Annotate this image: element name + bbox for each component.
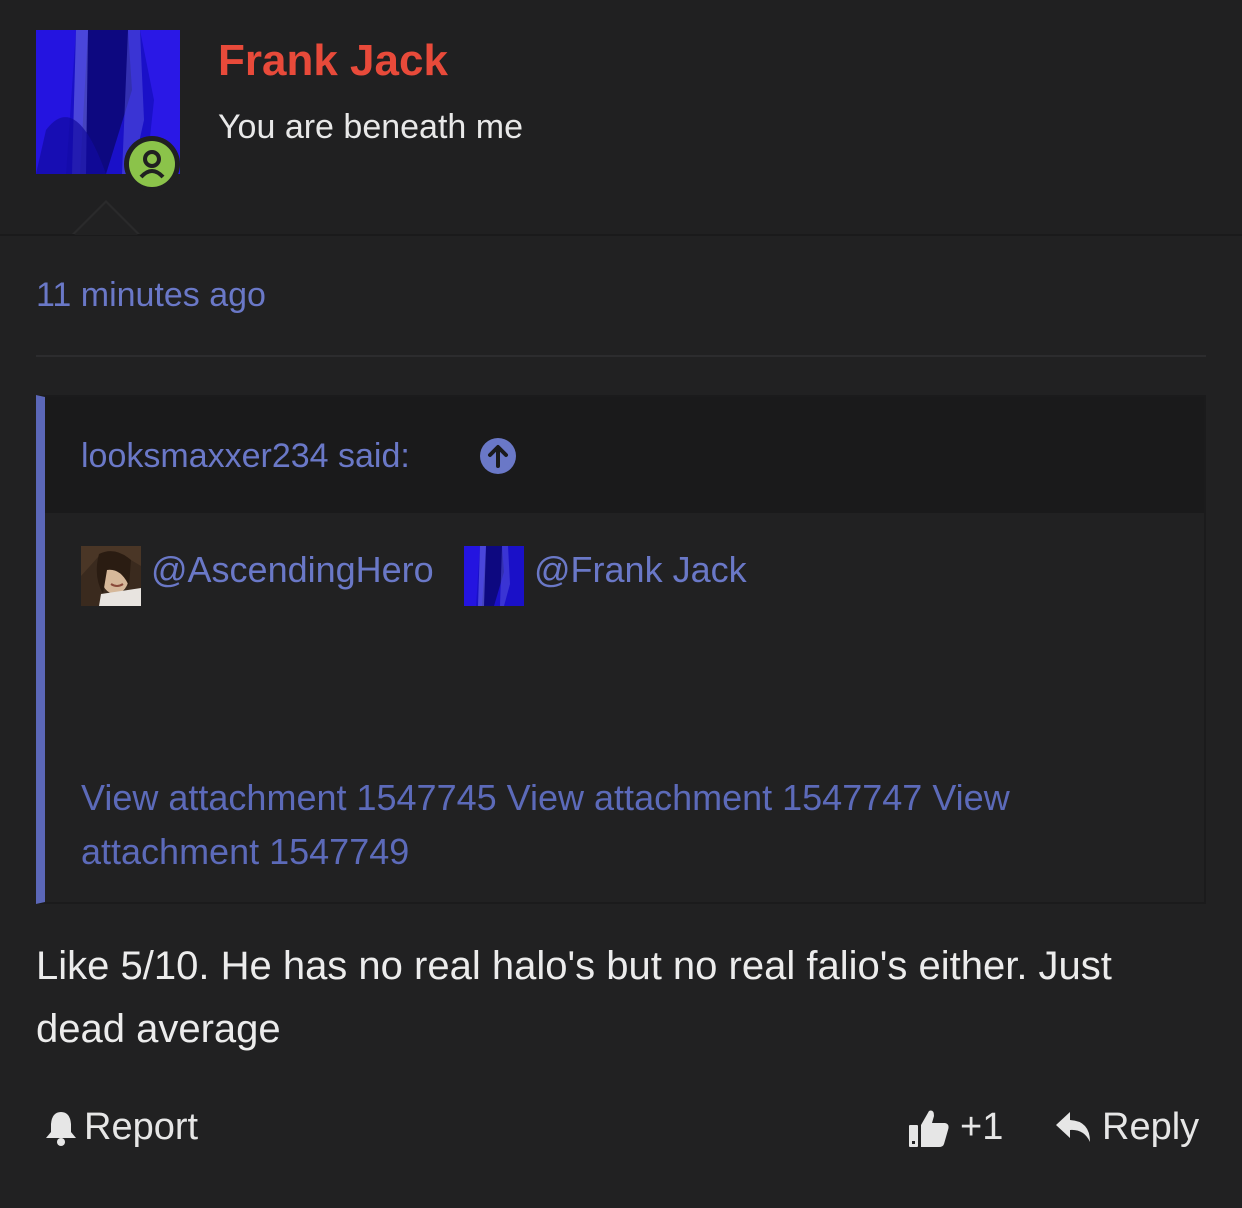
like-count: +1 xyxy=(960,1106,1004,1148)
username[interactable]: Frank Jack xyxy=(218,36,448,86)
report-label: Report xyxy=(84,1106,199,1148)
report-button[interactable]: Report xyxy=(44,1106,198,1149)
user-circle-icon xyxy=(129,141,175,187)
post-body: Like 5/10. He has no real halo's but no … xyxy=(36,944,1112,1051)
attachment-link[interactable]: View attachment 1547745 xyxy=(81,777,497,818)
reply-button[interactable]: Reply xyxy=(1054,1106,1199,1149)
post-timestamp[interactable]: 11 minutes ago xyxy=(36,276,266,315)
online-status-badge xyxy=(124,136,180,192)
mention-frankjack[interactable]: @Frank Jack xyxy=(534,549,747,591)
mention-avatar-frankjack[interactable] xyxy=(464,546,524,606)
quote-header: looksmaxxer234 said: xyxy=(45,397,1204,513)
attachment-list: View attachment 1547745 View attachment … xyxy=(81,771,1161,879)
divider xyxy=(36,355,1206,357)
arrow-up-circle-icon[interactable] xyxy=(479,437,517,475)
attachment-link[interactable]: View attachment 1547747 xyxy=(507,777,923,818)
thumbs-up-icon xyxy=(908,1107,950,1149)
post-header: Frank Jack You are beneath me xyxy=(0,0,1242,236)
quote-author[interactable]: looksmaxxer234 said: xyxy=(81,437,410,476)
quote-block: looksmaxxer234 said: @AscendingHero @Fra… xyxy=(36,395,1206,904)
reply-label: Reply xyxy=(1102,1106,1200,1148)
header-arrow-fill xyxy=(74,203,138,235)
reply-icon xyxy=(1054,1110,1094,1146)
bell-icon xyxy=(44,1110,78,1146)
mention-avatar-ascendinghero[interactable] xyxy=(81,546,141,606)
mention-ascendinghero[interactable]: @AscendingHero xyxy=(151,549,434,591)
user-title: You are beneath me xyxy=(218,108,523,146)
like-button[interactable]: +1 xyxy=(908,1106,1003,1149)
